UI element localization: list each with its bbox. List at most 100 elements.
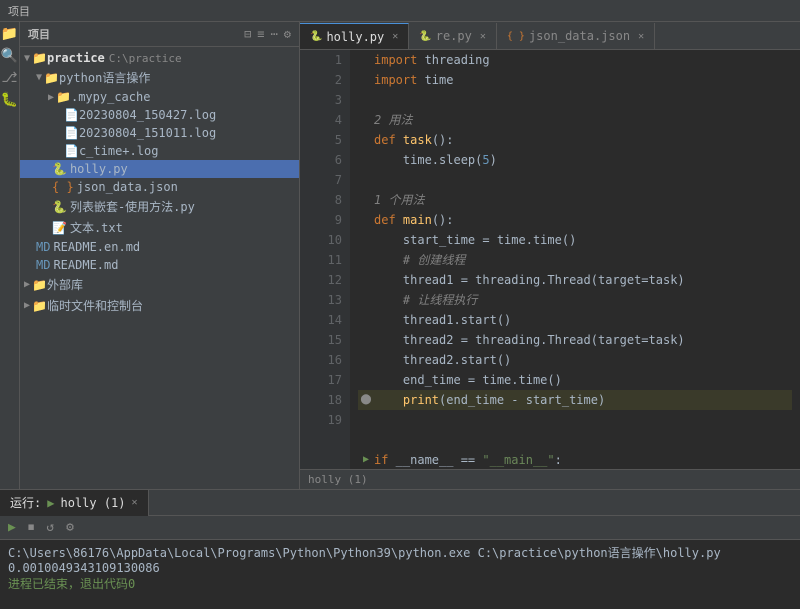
tree-item-mypy-cache[interactable]: ▶ 📁 .mypy_cache	[20, 88, 299, 106]
code-editor[interactable]: 1 2 3 4 5 6 7 8 9 10 11 12 13 14 15 16 1…	[300, 50, 800, 469]
code-line-4: 2 用法	[358, 110, 792, 130]
tab-re-label: re.py	[436, 29, 472, 43]
run-tab-label: 运行:	[10, 494, 41, 511]
tab-json-label: json_data.json	[529, 29, 630, 43]
tree-item-temp[interactable]: ▶ 📁 临时文件和控制台	[20, 295, 299, 316]
tree-item-readme-en[interactable]: MD README.en.md	[20, 238, 299, 256]
line-num-4: 4	[308, 110, 342, 130]
tab-holly-close[interactable]: ✕	[392, 31, 398, 42]
dots-icon[interactable]: ⋯	[271, 27, 278, 41]
run-btn[interactable]: ▶	[4, 518, 20, 537]
line-num-5: 5	[308, 130, 342, 150]
num-5: 5	[482, 150, 489, 170]
tree-item-practice[interactable]: ▼ 📁 practice C:\practice	[20, 49, 299, 67]
rerun-btn[interactable]: ↺	[42, 518, 58, 537]
code-21a: __name__ ==	[388, 450, 482, 469]
line-num-16: 16	[308, 350, 342, 370]
tab-json[interactable]: { } json_data.json ✕	[497, 23, 655, 49]
line-num-1: 1	[308, 50, 342, 70]
folder-temp-icon: 📁	[32, 299, 47, 313]
tree-item-log2[interactable]: 📄 20230804_151011.log	[20, 124, 299, 142]
code-line-6: time.sleep(5)	[358, 150, 792, 170]
code-line-13: # 让线程执行	[358, 290, 792, 310]
code-16: thread2.start()	[374, 350, 511, 370]
code-line-5: def task():	[358, 130, 792, 150]
file-json-icon: { }	[52, 180, 74, 194]
tree-item-python-ops[interactable]: ▼ 📁 python语言操作	[20, 67, 299, 88]
tab-re[interactable]: 🐍 re.py ✕	[409, 23, 497, 49]
tree-item-txt[interactable]: 📝 文本.txt	[20, 217, 299, 238]
main-area: 📁 🔍 ⎇ 🐛 项目 ⊟ ≡ ⋯ ⚙ ▼ 📁 practice C:\pract…	[0, 22, 800, 489]
settings-icon[interactable]: ⚙	[284, 27, 291, 41]
line-num-13: 13	[308, 290, 342, 310]
tab-re-close[interactable]: ✕	[480, 31, 486, 42]
arrow-temp: ▶	[24, 300, 30, 311]
tree-item-ctime[interactable]: 📄 c_time+.log	[20, 142, 299, 160]
code-line-10: start_time = time.time()	[358, 230, 792, 250]
tree-item-list-embed[interactable]: 🐍 列表嵌套-使用方法.py	[20, 196, 299, 217]
file-holly-icon: 🐍	[52, 162, 67, 176]
holly-label: holly.py	[70, 162, 128, 176]
top-bar-title: 项目	[8, 3, 30, 19]
practice-label: practice	[47, 51, 105, 65]
folder-mypy-icon: 📁	[56, 90, 71, 104]
code-9b: ():	[432, 210, 454, 230]
file-list-icon: 🐍	[52, 200, 67, 214]
code-18b: (end_time - start_time)	[439, 390, 605, 410]
code-line-12: thread1 = threading.Thread(target=task)	[358, 270, 792, 290]
folder-python-icon: 📁	[44, 71, 59, 85]
fn-print: print	[403, 390, 439, 410]
file-readme-en-icon: MD	[36, 240, 50, 254]
code-line-15: thread2 = threading.Thread(target=task)	[358, 330, 792, 350]
tree-item-holly[interactable]: 🐍 holly.py	[20, 160, 299, 178]
kw-def-5: def	[374, 130, 396, 150]
file-readme-icon: MD	[36, 258, 50, 272]
git-icon[interactable]: ⎇	[1, 70, 17, 86]
editor-area: 🐍 holly.py ✕ 🐍 re.py ✕ { } json_data.jso…	[300, 22, 800, 489]
file-tree-header: 项目 ⊟ ≡ ⋯ ⚙	[20, 22, 299, 47]
code-line-7	[358, 170, 792, 190]
code-5a	[396, 130, 403, 150]
debug-icon[interactable]: 🐛	[1, 92, 18, 108]
bottom-tab-run[interactable]: 运行: ▶ holly (1) ✕	[0, 490, 149, 516]
stop-btn[interactable]: ⏹	[24, 518, 39, 537]
code-line-16: thread2.start()	[358, 350, 792, 370]
tree-item-log1[interactable]: 📄 20230804_150427.log	[20, 106, 299, 124]
line-num-15: 15	[308, 330, 342, 350]
sort-icon[interactable]: ≡	[257, 27, 264, 41]
search-icon[interactable]: 🔍	[1, 48, 18, 64]
comment-8: 1 个用法	[374, 190, 424, 210]
tree-item-external[interactable]: ▶ 📁 外部库	[20, 274, 299, 295]
arrow-python-ops: ▼	[36, 72, 42, 83]
line-num-19: 19	[308, 410, 342, 430]
folder-external-icon: 📁	[32, 278, 47, 292]
tab-holly[interactable]: 🐍 holly.py ✕	[300, 23, 409, 49]
code-21b: :	[555, 450, 562, 469]
txt-label: 文本.txt	[70, 219, 123, 236]
code-12: thread1 = threading.Thread(target=task)	[374, 270, 685, 290]
code-6a: time.sleep(	[374, 150, 482, 170]
line-num-20	[308, 430, 342, 450]
folder-icon[interactable]: 📁	[1, 26, 18, 42]
ctime-label: c_time+.log	[79, 144, 158, 158]
run-output-status: 进程已结束，退出代码0	[8, 575, 792, 592]
code-line-1: import threading	[358, 50, 792, 70]
tab-json-close[interactable]: ✕	[638, 31, 644, 42]
readme-label: README.md	[53, 258, 118, 272]
bottom-tabs: 运行: ▶ holly (1) ✕	[0, 490, 800, 516]
tree-item-json[interactable]: { } json_data.json	[20, 178, 299, 196]
run-tab-close[interactable]: ✕	[132, 497, 138, 508]
tree-item-readme[interactable]: MD README.md	[20, 256, 299, 274]
kw-def-9: def	[374, 210, 396, 230]
collapse-icon[interactable]: ⊟	[244, 27, 251, 41]
line-num-21	[308, 450, 342, 469]
arrow-practice: ▼	[24, 53, 30, 64]
external-label: 外部库	[47, 276, 83, 293]
file-tree-header-title: 项目	[28, 26, 50, 42]
line-num-17: 17	[308, 370, 342, 390]
temp-label: 临时文件和控制台	[47, 297, 143, 314]
code-17: end_time = time.time()	[374, 370, 562, 390]
code-content[interactable]: import threading import time 2 用法	[350, 50, 800, 469]
settings-btn[interactable]: ⚙	[62, 518, 78, 537]
comment-4: 2 用法	[374, 110, 412, 130]
